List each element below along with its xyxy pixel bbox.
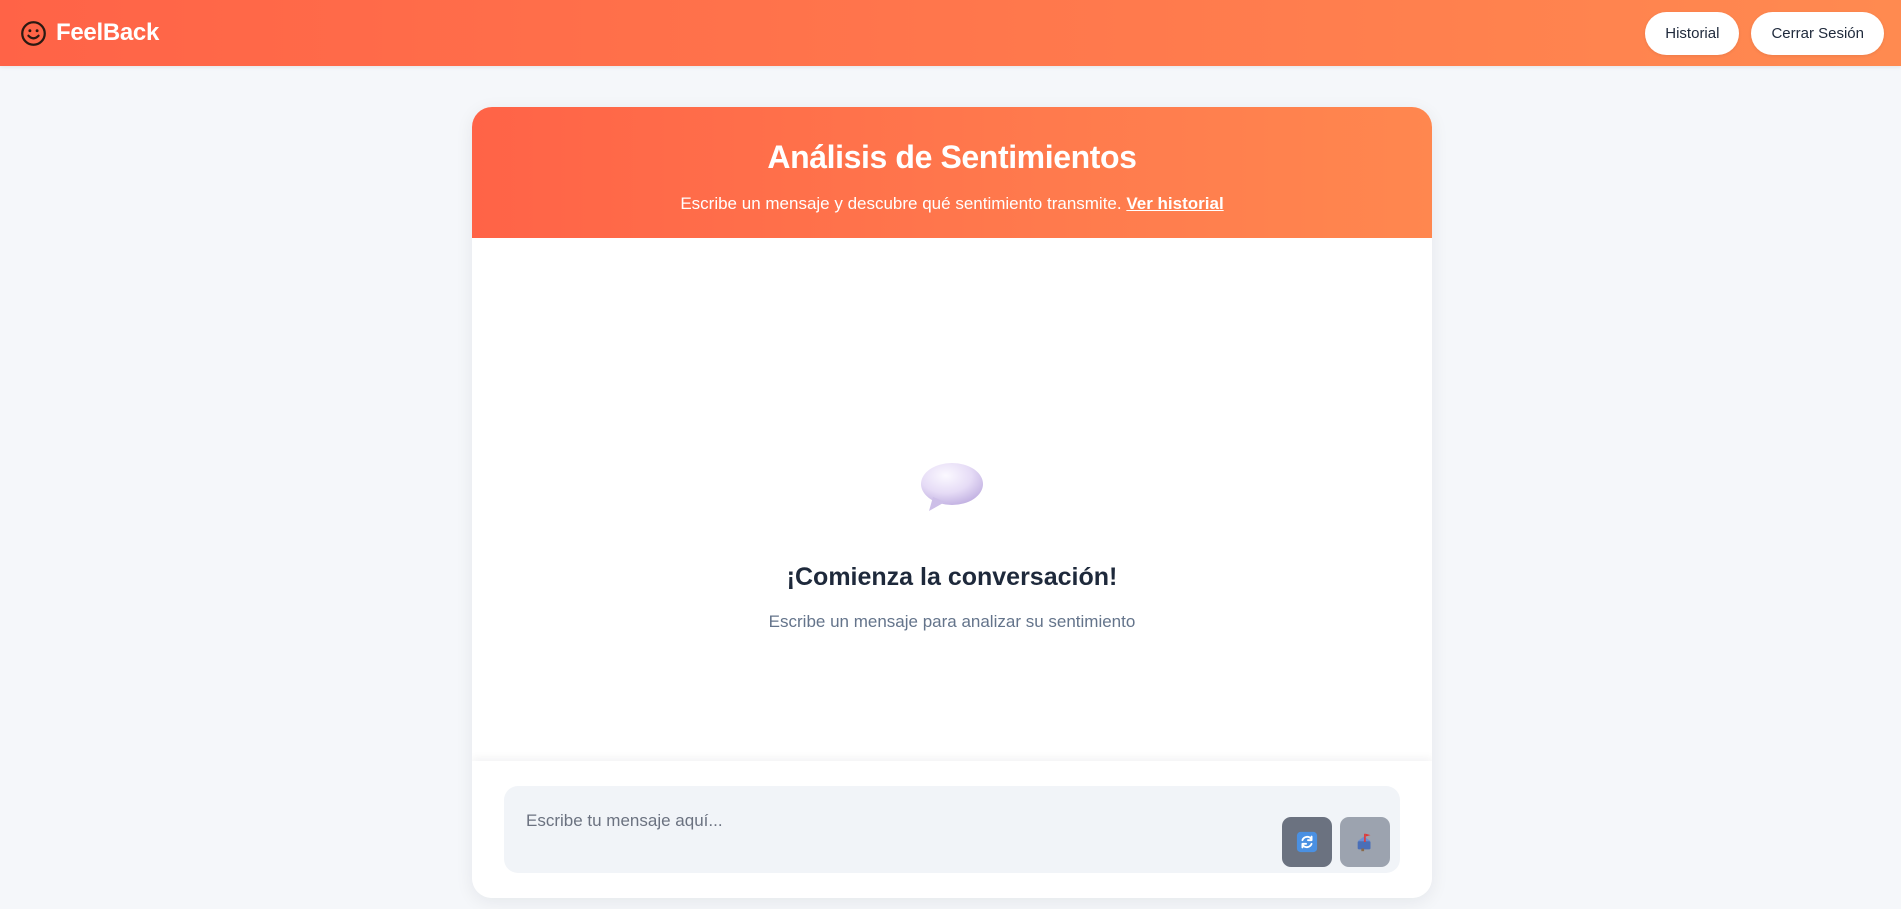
send-mailbox-icon bbox=[1357, 833, 1371, 852]
empty-state-subtitle: Escribe un mensaje para analizar su sent… bbox=[768, 612, 1136, 631]
brand-name: FeelBack bbox=[56, 19, 159, 46]
top-navbar: FeelBack Historial Cerrar Sesión bbox=[0, 0, 1901, 66]
composer bbox=[472, 761, 1432, 898]
card-header: Análisis de Sentimientos Escribe un mens… bbox=[472, 107, 1432, 238]
sentiment-card: Análisis de Sentimientos Escribe un mens… bbox=[472, 107, 1432, 898]
subtitle-text: Escribe un mensaje y descubre qué sentim… bbox=[680, 194, 1122, 213]
history-link[interactable]: Ver historial bbox=[1126, 194, 1223, 213]
send-button[interactable] bbox=[1340, 817, 1390, 867]
empty-state-title: ¡Comienza la conversación! bbox=[786, 563, 1118, 591]
page-subtitle: Escribe un mensaje y descubre qué sentim… bbox=[472, 194, 1432, 214]
smiley-face-icon bbox=[21, 20, 46, 46]
speech-bubble-icon bbox=[921, 463, 983, 511]
page-title: Análisis de Sentimientos bbox=[767, 139, 1137, 175]
nav-actions: Historial Cerrar Sesión bbox=[1645, 11, 1884, 55]
refresh-button[interactable] bbox=[1282, 817, 1332, 867]
message-input[interactable] bbox=[526, 806, 1266, 836]
refresh-icon bbox=[1296, 831, 1318, 853]
history-button[interactable]: Historial bbox=[1645, 11, 1740, 55]
message-box bbox=[504, 786, 1400, 873]
logout-button[interactable]: Cerrar Sesión bbox=[1751, 11, 1884, 55]
brand[interactable]: FeelBack bbox=[20, 19, 159, 47]
